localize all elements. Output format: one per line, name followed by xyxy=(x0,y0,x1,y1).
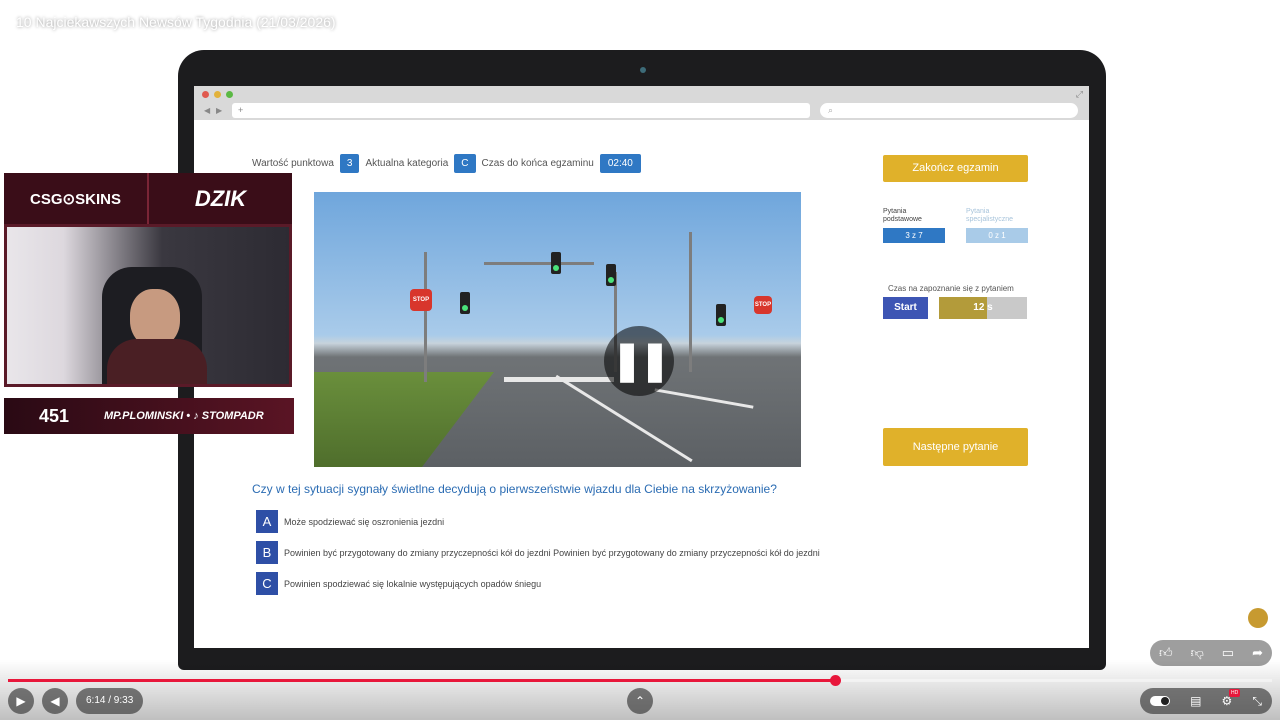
traffic-light xyxy=(716,304,726,326)
read-time-label: Czas na zapoznanie się z pytaniem xyxy=(888,284,1014,293)
video-title[interactable]: 10 Najciekawszych Newsów Tygodnia (21/03… xyxy=(16,14,336,30)
volume-icon[interactable]: ◀ xyxy=(42,688,68,714)
time-badge: 02:40 xyxy=(599,154,641,173)
share-icon[interactable]: ➦ xyxy=(1252,645,1263,661)
grass-area xyxy=(314,372,494,467)
answer-option-b[interactable]: B Powinien być przygotowany do zmiany pr… xyxy=(256,541,820,564)
points-badge: 3 xyxy=(339,154,360,173)
traffic-light xyxy=(551,252,561,274)
like-icon[interactable]: 👍︎ xyxy=(1159,645,1173,661)
pole xyxy=(484,262,594,265)
category-label: Aktualna kategoria xyxy=(365,158,449,169)
basic-questions-label: Pytania podstawowe xyxy=(883,208,922,223)
viewer-count: 451 xyxy=(38,405,70,426)
autoplay-toggle[interactable] xyxy=(1150,696,1171,706)
sponsor-banner: CSG⊙SKINS DZIK xyxy=(4,173,292,224)
seek-thumb[interactable] xyxy=(829,675,841,686)
answer-letter[interactable]: C xyxy=(256,572,278,595)
settings-icon[interactable]: ⚙ HD xyxy=(1222,689,1241,708)
next-question-button[interactable]: Następne pytanie xyxy=(883,428,1028,466)
specialist-questions-counter: 0 z 1 xyxy=(966,228,1028,243)
answer-list: A Może spodziewać się oszronienia jezdni… xyxy=(256,510,820,603)
seek-played xyxy=(8,679,835,682)
points-label: Wartość punktowa xyxy=(252,158,334,169)
question-text: Czy w tej sytuacji sygnały świetlne decy… xyxy=(252,482,777,496)
answer-text: Powinien spodziewać się lokalnie występu… xyxy=(284,578,542,589)
minimize-dot-icon xyxy=(214,91,221,98)
finish-exam-button[interactable]: Zakończ egzamin xyxy=(883,155,1028,182)
answer-option-a[interactable]: A Może spodziewać się oszronienia jezdni xyxy=(256,510,820,533)
play-icon[interactable]: ▶ xyxy=(8,688,34,714)
seek-bar[interactable] xyxy=(8,675,1272,686)
answer-text: Może spodziewać się oszronienia jezdni xyxy=(284,516,445,527)
time-label: Czas do końca egzaminu xyxy=(481,158,594,169)
streamer-info-bar: 451 MP.PLOMINSKI • ♪ STOMPADR xyxy=(4,398,294,434)
arrow-left-icon: ◀ xyxy=(204,106,211,115)
exit-fullscreen-icon[interactable]: ⤡ xyxy=(1252,694,1262,709)
captions-icon[interactable]: ▤ xyxy=(1190,694,1201,708)
specialist-questions-label: Pytania specjalistyczne xyxy=(966,208,1014,223)
stop-sign: STOP xyxy=(410,289,432,311)
lane-line xyxy=(654,388,754,409)
time-display: 6:14 / 9:33 xyxy=(76,688,144,714)
basic-questions-counter: 3 z 7 xyxy=(883,228,945,243)
browser-toolbar: ◀ ▶ + ⌕ ⤢ xyxy=(194,86,1089,120)
sponsor-logo-csgoskins: CSG⊙SKINS xyxy=(4,173,149,224)
stop-sign: STOP xyxy=(754,296,772,314)
laptop-frame: ◀ ▶ + ⌕ ⤢ Wartość punktowa 3 Aktualna ka… xyxy=(178,50,1106,670)
hd-badge: HD xyxy=(1229,689,1241,697)
traffic-light xyxy=(460,292,470,314)
laptop-screen: ◀ ▶ + ⌕ ⤢ Wartość punktowa 3 Aktualna ka… xyxy=(194,86,1089,648)
traffic-light xyxy=(606,264,616,286)
pause-icon[interactable]: ❚❚ xyxy=(604,326,674,396)
read-time-bar: 12 s xyxy=(939,297,1027,319)
chevron-up-icon[interactable]: ⌃ xyxy=(627,688,653,714)
search-bar: ⌕ xyxy=(820,103,1078,118)
sponsor-logo-dzik: DZIK xyxy=(194,185,247,211)
read-time-value: 12 s xyxy=(973,302,993,313)
arrow-right-icon: ▶ xyxy=(216,106,223,115)
camera-dot xyxy=(640,67,646,73)
expand-icon: ⤢ xyxy=(1075,89,1083,99)
answer-option-c[interactable]: C Powinien spodziewać się lokalnie wystę… xyxy=(256,572,820,595)
start-button[interactable]: Start xyxy=(883,297,928,319)
question-photo: STOP STOP ❚❚ xyxy=(314,192,801,467)
pole xyxy=(424,252,427,382)
answer-letter[interactable]: A xyxy=(256,510,278,533)
streamer-body xyxy=(107,339,207,384)
channel-avatar-icon[interactable] xyxy=(1248,608,1268,628)
category-badge: C xyxy=(454,154,476,173)
streamer-handle: MP.PLOMINSKI • ♪ STOMPADR xyxy=(104,410,264,422)
url-bar: + xyxy=(232,103,810,118)
exam-status-row: Wartość punktowa 3 Aktualna kategoria C … xyxy=(252,154,641,173)
answer-text: Powinien być przygotowany do zmiany przy… xyxy=(284,547,820,558)
comment-icon[interactable]: ▭ xyxy=(1222,645,1234,661)
webcam-feed xyxy=(4,224,292,387)
answer-letter[interactable]: B xyxy=(256,541,278,564)
close-dot-icon xyxy=(202,91,209,98)
right-controls: ▤ ⚙ HD ⤡ xyxy=(1140,688,1272,714)
dislike-icon[interactable]: 👎︎ xyxy=(1191,645,1204,661)
pole xyxy=(689,232,692,372)
maximize-dot-icon xyxy=(226,91,233,98)
